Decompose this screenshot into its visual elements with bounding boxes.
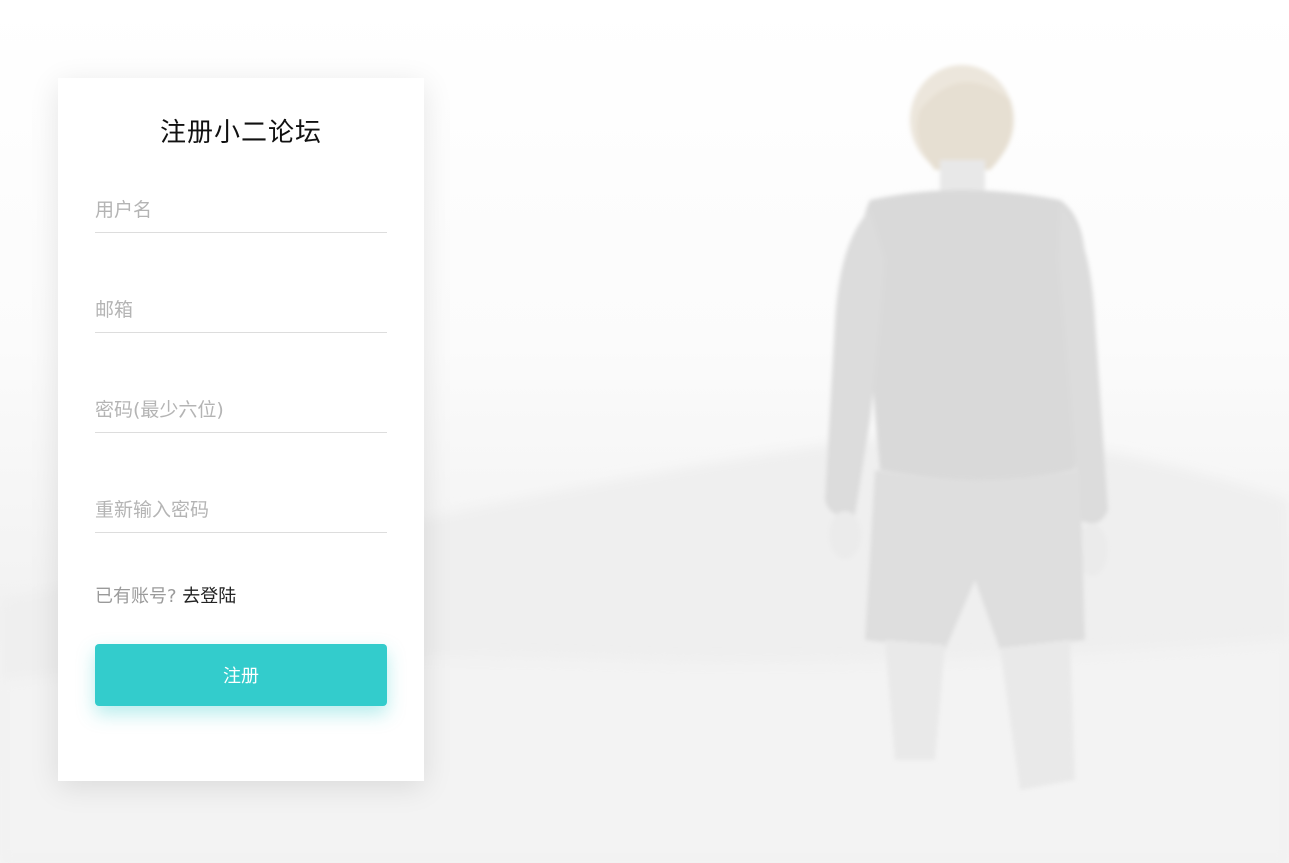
username-input[interactable] <box>95 187 387 233</box>
go-login-link[interactable]: 去登陆 <box>182 586 236 607</box>
register-title: 注册小二论坛 <box>159 118 322 148</box>
email-input[interactable] <box>95 287 387 333</box>
password-input[interactable] <box>95 387 387 433</box>
password-confirm-input[interactable] <box>95 487 387 533</box>
register-button[interactable]: 注册 <box>95 644 387 706</box>
register-card: 注册小二论坛 已有账号? 去登陆 注册 <box>58 78 424 781</box>
login-prompt-line: 已有账号? 去登陆 <box>95 582 236 608</box>
login-prompt-text: 已有账号? <box>95 586 177 607</box>
